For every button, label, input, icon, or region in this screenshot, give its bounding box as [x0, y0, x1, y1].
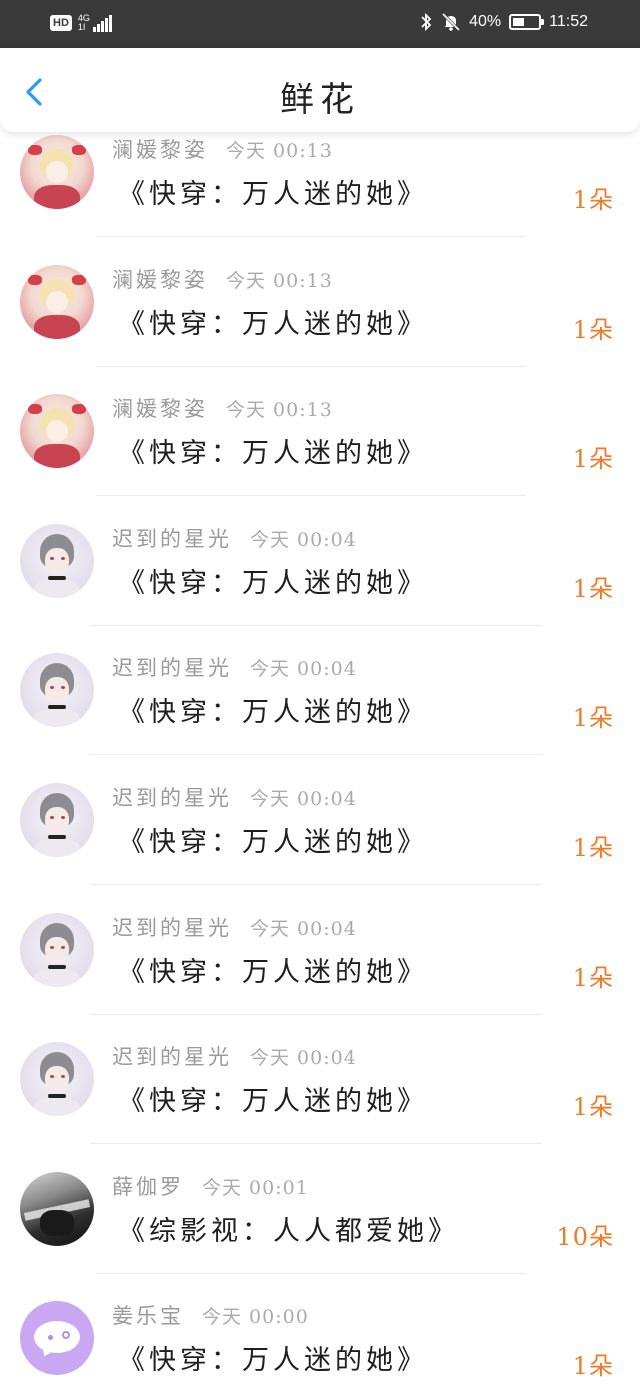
timestamp: 今天 00:01 [202, 1176, 309, 1199]
avatar[interactable] [20, 394, 94, 469]
user-name[interactable]: 迟到的星光 今天 00:04 [112, 1041, 357, 1071]
timestamp: 今天 00:13 [226, 399, 333, 422]
divider [90, 1143, 542, 1145]
book-title[interactable]: 《快穿：万人迷的她》 [118, 431, 428, 470]
book-title[interactable]: 《快穿：万人迷的她》 [118, 561, 428, 600]
book-title[interactable]: 《快穿：万人迷的她》 [118, 950, 428, 989]
timestamp: 今天 00:04 [250, 917, 357, 940]
timestamp: 今天 00:04 [250, 787, 357, 810]
list-item[interactable]: 迟到的星光 今天 00:04 《快穿：万人迷的她》 1朵 [0, 898, 640, 1028]
user-name[interactable]: 迟到的星光 今天 00:04 [112, 912, 357, 942]
book-title[interactable]: 《快穿：万人迷的她》 [118, 302, 428, 341]
book-title[interactable]: 《快穿：万人迷的她》 [118, 1079, 428, 1118]
battery-percent: 40% [469, 13, 502, 30]
hd-badge: HD [50, 15, 72, 31]
timestamp: 今天 00:13 [226, 140, 333, 162]
avatar[interactable] [20, 653, 94, 728]
list-item[interactable]: 迟到的星光 今天 00:04 《快穿：万人迷的她》 1朵 [0, 638, 640, 768]
avatar[interactable] [20, 782, 94, 857]
divider [90, 883, 542, 885]
avatar[interactable] [20, 912, 94, 987]
avatar[interactable] [20, 135, 94, 209]
user-name[interactable]: 澜媛黎姿 今天 00:13 [112, 264, 333, 294]
book-title[interactable]: 《快穿：万人迷的她》 [118, 1338, 428, 1377]
user-name-text: 澜媛黎姿 [112, 267, 208, 292]
list-item[interactable]: 澜媛黎姿 今天 00:13 《快穿：万人迷的她》 1朵 [0, 250, 640, 380]
user-name[interactable]: 澜媛黎姿 今天 00:13 [112, 134, 333, 164]
flower-count: 1朵 [572, 704, 614, 733]
signal-icon: 4G 1I [78, 14, 112, 32]
user-name-text: 迟到的星光 [112, 915, 232, 940]
flower-count: 1朵 [572, 1093, 614, 1122]
divider [90, 754, 542, 756]
list-item[interactable]: 迟到的星光 今天 00:04 《快穿：万人迷的她》 1朵 [0, 1027, 640, 1157]
avatar[interactable] [20, 523, 94, 598]
list-item[interactable]: 澜媛黎姿 今天 00:13 《快穿：万人迷的她》 1朵 [0, 120, 640, 250]
user-name-text: 迟到的星光 [112, 526, 232, 551]
user-name-text: 迟到的星光 [112, 785, 232, 810]
bluetooth-icon [421, 12, 432, 32]
flower-count: 1朵 [572, 1352, 614, 1381]
user-name-text: 姜乐宝 [112, 1304, 184, 1329]
flower-count: 1朵 [572, 315, 614, 344]
user-name[interactable]: 薛伽罗 今天 00:01 [112, 1171, 309, 1201]
user-name[interactable]: 姜乐宝 今天 00:00 [112, 1300, 309, 1330]
avatar[interactable] [20, 264, 94, 339]
divider [90, 624, 542, 626]
book-title[interactable]: 《快穿：万人迷的她》 [118, 820, 428, 859]
status-bar: HD 4G 1I 40% 11:52 [0, 0, 640, 48]
timestamp: 今天 00:04 [250, 1047, 357, 1070]
page-header: 鲜花 [0, 48, 640, 132]
user-name[interactable]: 迟到的星光 今天 00:04 [112, 523, 357, 553]
avatar[interactable] [20, 1301, 94, 1376]
divider [96, 236, 526, 237]
list-item[interactable]: 澜媛黎姿 今天 00:13 《快穿：万人迷的她》 1朵 [0, 379, 640, 509]
flower-count: 1朵 [572, 186, 614, 214]
status-left: HD 4G 1I [50, 14, 112, 32]
avatar[interactable] [20, 1042, 94, 1117]
mute-bell-icon [442, 12, 461, 32]
flower-count: 1朵 [572, 833, 614, 862]
user-name-text: 迟到的星光 [112, 656, 232, 681]
timestamp: 今天 00:04 [250, 658, 357, 681]
flower-count: 1朵 [572, 963, 614, 992]
list-item[interactable]: 迟到的星光 今天 00:04 《快穿：万人迷的她》 1朵 [0, 768, 640, 898]
list-item[interactable]: 薛伽罗 今天 00:01 《综影视：人人都爱她》 10朵 [0, 1157, 640, 1287]
divider [90, 1013, 542, 1015]
status-right: 40% 11:52 [419, 12, 588, 32]
divider [96, 495, 526, 497]
flower-count: 10朵 [556, 1222, 614, 1251]
list-item[interactable]: 姜乐宝 今天 00:00 《快穿：万人迷的她》 1朵 [0, 1286, 640, 1387]
book-title[interactable]: 《综影视：人人都爱她》 [118, 1209, 459, 1248]
timestamp: 今天 00:13 [226, 269, 333, 292]
user-name[interactable]: 迟到的星光 今天 00:04 [112, 782, 357, 812]
battery-level [513, 18, 524, 26]
divider [96, 365, 526, 367]
user-name-text: 薛伽罗 [112, 1174, 184, 1199]
user-name-text: 澜媛黎姿 [112, 397, 208, 422]
user-name-text: 澜媛黎姿 [112, 138, 208, 162]
page-title: 鲜花 [280, 80, 360, 120]
user-name[interactable]: 澜媛黎姿 今天 00:13 [112, 393, 333, 423]
book-title[interactable]: 《快穿：万人迷的她》 [118, 172, 428, 211]
list-item[interactable]: 迟到的星光 今天 00:04 《快穿：万人迷的她》 1朵 [0, 509, 640, 639]
divider [96, 1272, 526, 1274]
flower-count: 1朵 [572, 445, 614, 474]
user-name[interactable]: 迟到的星光 今天 00:04 [112, 652, 357, 682]
user-name-text: 迟到的星光 [112, 1045, 232, 1070]
flower-count: 1朵 [572, 574, 614, 603]
flower-list: 澜媛黎姿 今天 00:13 《快穿：万人迷的她》 1朵 澜媛黎姿 今天 00:13 《快穿：… [0, 120, 640, 1387]
timestamp: 今天 00:00 [202, 1306, 309, 1329]
clock: 11:52 [549, 13, 588, 30]
battery-icon [509, 14, 545, 30]
network-sub: 1I [77, 22, 86, 32]
timestamp: 今天 00:04 [250, 528, 357, 551]
book-title[interactable]: 《快穿：万人迷的她》 [118, 690, 428, 729]
avatar[interactable] [20, 1171, 94, 1246]
